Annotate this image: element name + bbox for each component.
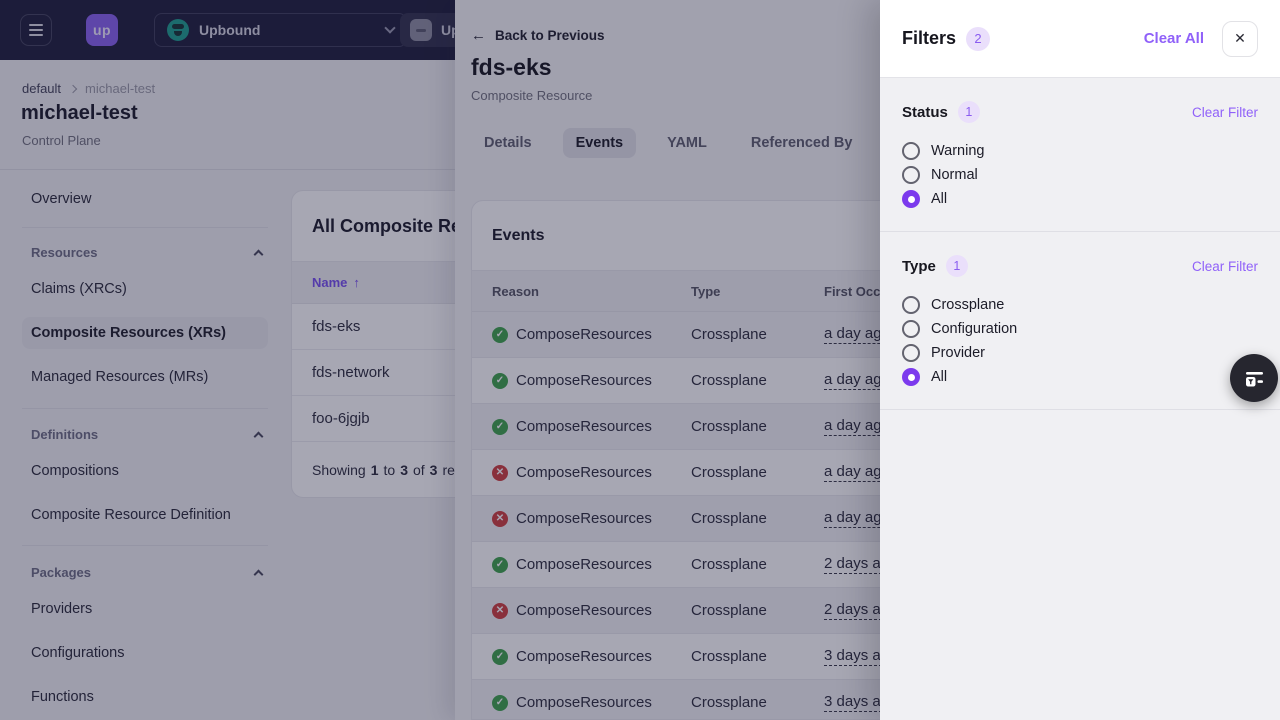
radio-icon[interactable]	[902, 296, 920, 314]
clear-filter-button[interactable]: Clear Filter	[1192, 105, 1258, 120]
filter-section-type: Type 1 Clear Filter Crossplane Configura…	[880, 231, 1280, 410]
radio-icon[interactable]	[902, 142, 920, 160]
radio-option-all-status[interactable]: All	[902, 187, 1258, 211]
radio-label: All	[931, 191, 947, 207]
radio-option-warning[interactable]: Warning	[902, 139, 1258, 163]
section-title: Type	[902, 258, 936, 275]
radio-option-provider[interactable]: Provider	[902, 341, 1258, 365]
radio-label: Normal	[931, 167, 978, 183]
section-count-badge: 1	[946, 255, 968, 277]
clear-filter-button[interactable]: Clear Filter	[1192, 259, 1258, 274]
radio-option-configuration[interactable]: Configuration	[902, 317, 1258, 341]
filters-header: Filters 2 Clear All ✕	[880, 0, 1280, 78]
radio-icon[interactable]	[902, 190, 920, 208]
filter-toggle-button[interactable]	[1230, 354, 1278, 402]
radio-label: Warning	[931, 143, 984, 159]
section-title: Status	[902, 104, 948, 121]
section-count-badge: 1	[958, 101, 980, 123]
radio-label: Crossplane	[931, 297, 1004, 313]
radio-option-crossplane[interactable]: Crossplane	[902, 293, 1258, 317]
filter-list-icon	[1241, 365, 1267, 391]
radio-icon[interactable]	[902, 368, 920, 386]
filters-count-badge: 2	[966, 27, 990, 51]
radio-icon[interactable]	[902, 320, 920, 338]
radio-label: Provider	[931, 345, 985, 361]
radio-option-normal[interactable]: Normal	[902, 163, 1258, 187]
radio-label: All	[931, 369, 947, 385]
radio-icon[interactable]	[902, 166, 920, 184]
clear-all-button[interactable]: Clear All	[1144, 30, 1204, 47]
filter-section-status: Status 1 Clear Filter Warning Normal All	[880, 78, 1280, 231]
radio-icon[interactable]	[902, 344, 920, 362]
close-icon[interactable]: ✕	[1222, 21, 1258, 57]
radio-option-all-type[interactable]: All	[902, 365, 1258, 389]
filters-drawer: Filters 2 Clear All ✕ Status 1 Clear Fil…	[880, 0, 1280, 720]
radio-label: Configuration	[931, 321, 1017, 337]
filters-title: Filters	[902, 28, 956, 49]
